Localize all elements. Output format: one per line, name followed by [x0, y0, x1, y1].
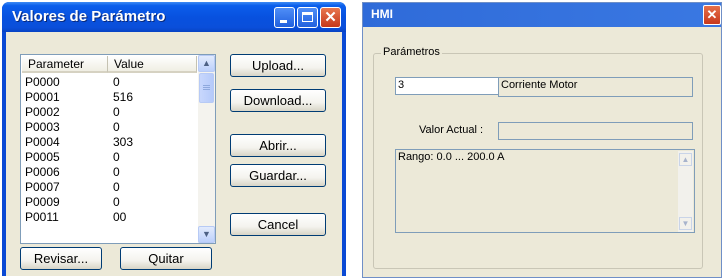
range-text: Rango: 0.0 ... 200.0 A [398, 151, 505, 163]
list-item[interactable]: P0004 303 [21, 135, 197, 150]
hmi-window: HMI ✕ Parámetros 3 ▲ ▼ Corriente Motor V… [362, 2, 722, 278]
param-value: 0 [113, 165, 120, 179]
param-id: P0004 [25, 135, 60, 149]
window-title: Valores de Parámetro [12, 8, 166, 25]
column-header-parameter[interactable]: Parameter [22, 56, 108, 73]
grip-line [203, 89, 210, 90]
param-id: P0001 [25, 90, 60, 104]
valor-actual-field [498, 122, 693, 140]
scroll-down-icon[interactable]: ▼ [198, 226, 215, 243]
param-name-text: Corriente Motor [501, 79, 578, 91]
list-item[interactable]: P0001 516 [21, 90, 197, 105]
param-id: P0006 [25, 165, 60, 179]
close-icon: ✕ [324, 9, 337, 26]
list-item[interactable]: P0007 0 [21, 180, 197, 195]
scroll-up-icon[interactable]: ▲ [679, 153, 692, 166]
param-value: 0 [113, 195, 120, 209]
textarea-scrollbar[interactable]: ▲ ▼ [678, 151, 693, 232]
list-item[interactable]: P0000 0 [21, 75, 197, 90]
download-button[interactable]: Download... [230, 89, 326, 112]
list-item[interactable]: P0003 0 [21, 120, 197, 135]
param-id: P0000 [25, 75, 60, 89]
review-button[interactable]: Revisar... [20, 247, 102, 270]
param-id: P0009 [25, 195, 60, 209]
open-button[interactable]: Abrir... [230, 134, 326, 157]
list-item[interactable]: P0006 0 [21, 165, 197, 180]
save-button[interactable]: Guardar... [230, 164, 326, 187]
minimize-button[interactable] [274, 7, 295, 28]
cancel-button[interactable]: Cancel [230, 213, 326, 236]
parameter-list[interactable]: Parameter Value P0000 0 P0001 516 P0002 0 P… [20, 54, 216, 244]
window-body: Parameter Value P0000 0 P0001 516 P0002 0 P… [6, 32, 342, 276]
upload-button[interactable]: Upload... [230, 54, 326, 77]
valor-actual-label: Valor Actual : [419, 124, 483, 136]
param-value: 0 [113, 75, 120, 89]
scroll-down-icon[interactable]: ▼ [679, 217, 692, 230]
param-value: 0 [113, 105, 120, 119]
list-item[interactable]: P0009 0 [21, 195, 197, 210]
column-header-value[interactable]: Value [108, 56, 197, 73]
scroll-thumb[interactable] [199, 73, 214, 103]
group-label: Parámetros [381, 46, 442, 58]
scroll-up-icon[interactable]: ▲ [198, 55, 215, 72]
close-button[interactable]: ✕ [320, 7, 341, 28]
list-item[interactable]: P0005 0 [21, 150, 197, 165]
param-id: P0002 [25, 105, 60, 119]
vertical-scrollbar[interactable]: ▲ ▼ [198, 55, 215, 243]
list-item[interactable]: P0011 00 [21, 210, 197, 225]
grip-line [203, 87, 210, 88]
param-value: 0 [113, 180, 120, 194]
param-id: P0005 [25, 150, 60, 164]
param-id: P0003 [25, 120, 60, 134]
param-value: 516 [113, 90, 134, 104]
param-value: 303 [113, 135, 134, 149]
param-id: P0011 [25, 210, 59, 224]
range-textarea[interactable]: Rango: 0.0 ... 200.0 A ▲ ▼ [395, 149, 695, 233]
parameter-values-window: Valores de Parámetro ✕ Parameter Value P… [2, 2, 346, 276]
maximize-button[interactable] [297, 7, 318, 28]
title-bar[interactable]: Valores de Parámetro ✕ [2, 2, 346, 32]
param-id: P0007 [25, 180, 60, 194]
close-button[interactable]: ✕ [703, 5, 721, 25]
param-number-value: 3 [398, 79, 405, 91]
window-title: HMI [371, 7, 393, 21]
close-icon: ✕ [706, 7, 718, 22]
remove-button[interactable]: Quitar [120, 247, 212, 270]
list-item[interactable]: P0002 0 [21, 105, 197, 120]
param-number-input[interactable]: 3 ▲ ▼ [395, 77, 513, 95]
param-name-field: Corriente Motor [498, 77, 693, 97]
title-bar[interactable]: HMI ✕ [363, 3, 721, 27]
param-value: 0 [113, 120, 120, 134]
param-value: 00 [113, 210, 127, 224]
maximize-icon [302, 12, 313, 22]
param-value: 0 [113, 150, 120, 164]
grip-line [203, 85, 210, 86]
minimize-icon [280, 20, 287, 23]
list-rows: P0000 0 P0001 516 P0002 0 P0003 0 P0004 303 P… [21, 75, 197, 225]
